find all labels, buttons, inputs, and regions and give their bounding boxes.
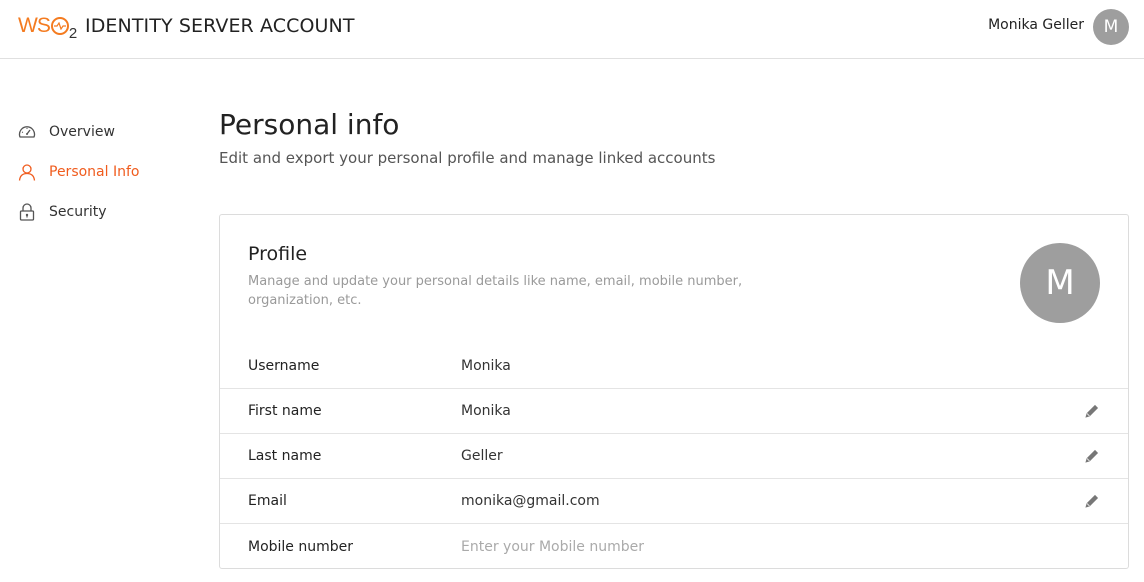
dashboard-icon	[18, 123, 36, 141]
edit-email-icon[interactable]	[1084, 493, 1100, 509]
lock-icon	[18, 203, 36, 221]
edit-last-name-icon[interactable]	[1084, 448, 1100, 464]
user-icon	[18, 163, 36, 181]
profile-avatar[interactable]: M	[1020, 243, 1100, 323]
header-avatar[interactable]: M	[1093, 9, 1129, 45]
page-subtitle: Edit and export your personal profile an…	[219, 149, 716, 167]
profile-card: Profile Manage and update your personal …	[219, 214, 1129, 569]
sidebar-item-label: Overview	[49, 124, 115, 140]
page-title: Personal info	[219, 108, 400, 141]
profile-row-mobile-number: Mobile number	[220, 524, 1128, 569]
profile-row-last-name: Last name Geller	[220, 434, 1128, 479]
field-label: First name	[248, 403, 322, 419]
sidebar-item-label: Personal Info	[49, 164, 140, 180]
profile-row-username: Username Monika	[220, 344, 1128, 389]
sidebar-item-security[interactable]: Security	[0, 192, 200, 232]
profile-fields: Username Monika First name Monika Last n…	[220, 344, 1128, 569]
field-value	[461, 538, 761, 555]
logo-o-icon	[50, 17, 69, 35]
field-value: monika@gmail.com	[461, 493, 600, 509]
logo-subscript: 2	[68, 25, 78, 42]
sidebar-item-label: Security	[49, 204, 107, 220]
profile-card-title: Profile	[248, 243, 308, 265]
field-label: Email	[248, 493, 287, 509]
field-value: Monika	[461, 358, 511, 374]
sidebar-nav: Overview Personal Info Security	[0, 112, 200, 232]
sidebar-item-personal-info[interactable]: Personal Info	[0, 152, 200, 192]
field-label: Last name	[248, 448, 322, 464]
profile-row-first-name: First name Monika	[220, 389, 1128, 434]
logo-text: WS	[18, 14, 51, 37]
header-user-name[interactable]: Monika Geller	[988, 17, 1084, 33]
app-title: IDENTITY SERVER ACCOUNT	[85, 15, 355, 37]
profile-row-email: Email monika@gmail.com	[220, 479, 1128, 524]
wso2-logo[interactable]: WS 2	[18, 13, 77, 41]
field-value: Geller	[461, 448, 503, 464]
mobile-number-input[interactable]	[461, 538, 761, 555]
field-value: Monika	[461, 403, 511, 419]
field-label: Mobile number	[248, 538, 354, 555]
profile-card-description: Manage and update your personal details …	[248, 274, 743, 308]
field-label: Username	[248, 358, 320, 374]
sidebar-item-overview[interactable]: Overview	[0, 112, 200, 152]
edit-first-name-icon[interactable]	[1084, 403, 1100, 419]
app-header: WS 2 IDENTITY SERVER ACCOUNT Monika Gell…	[0, 0, 1144, 59]
